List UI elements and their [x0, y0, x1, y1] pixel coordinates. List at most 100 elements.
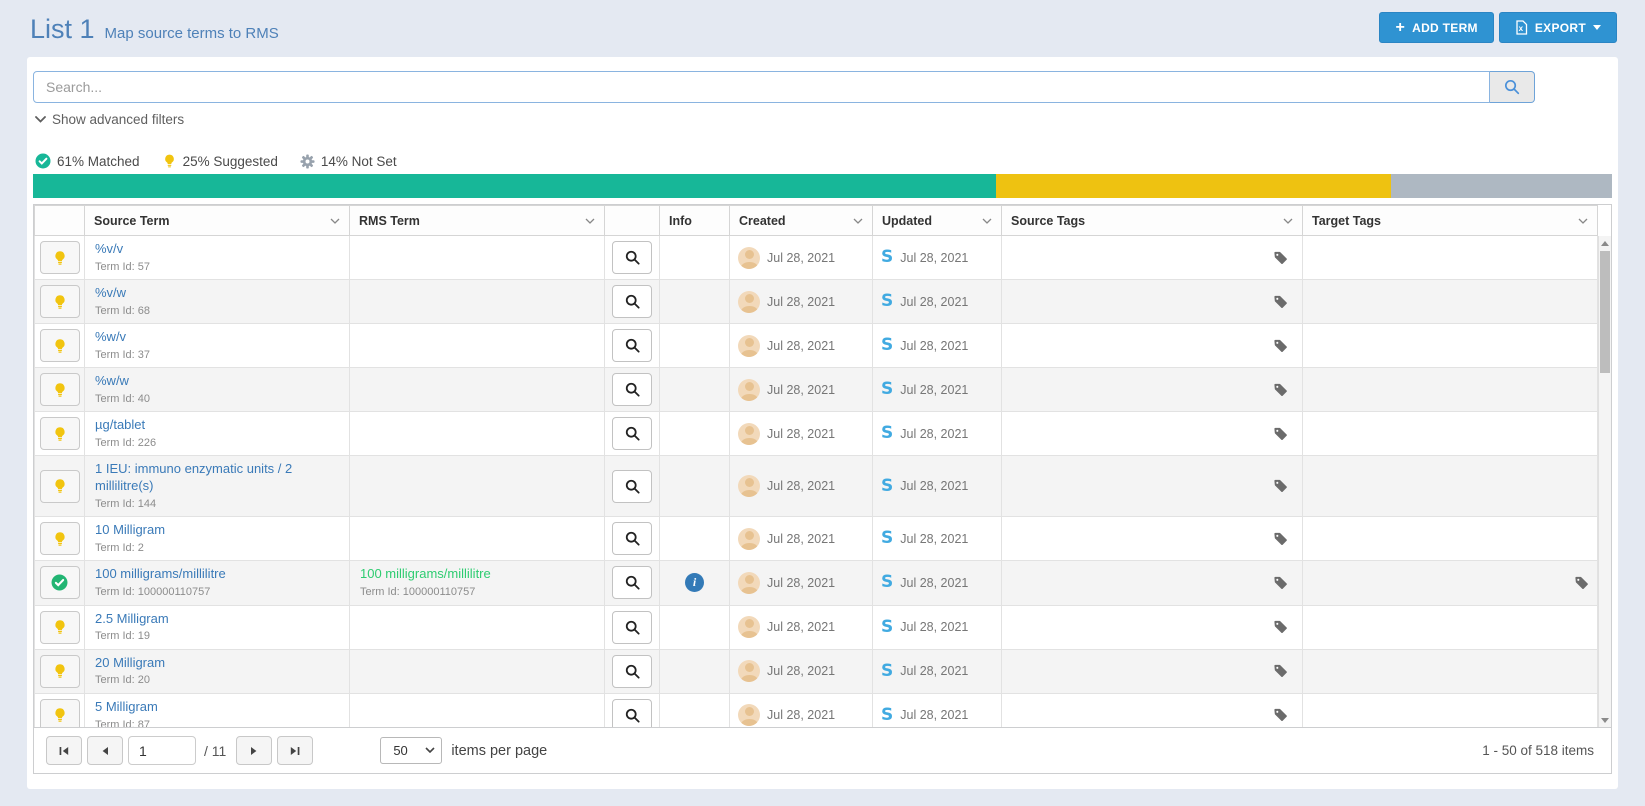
- source-tag-icon[interactable]: [1273, 664, 1288, 679]
- source-term-link[interactable]: 100 milligrams/millilitre: [95, 566, 339, 583]
- lookup-term-button[interactable]: [612, 417, 652, 450]
- scroll-down-button[interactable]: [1599, 713, 1611, 727]
- column-updated[interactable]: Updated: [873, 206, 1002, 236]
- magnifier-icon: [624, 663, 641, 680]
- chevron-down-icon[interactable]: [1283, 218, 1293, 224]
- chevron-down-icon[interactable]: [585, 218, 595, 224]
- lookup-term-button[interactable]: [612, 522, 652, 555]
- sync-icon: S: [881, 293, 893, 310]
- match-status-button[interactable]: [40, 417, 80, 450]
- scroll-up-button[interactable]: [1599, 236, 1611, 250]
- match-status-button[interactable]: [40, 611, 80, 644]
- add-term-button[interactable]: + ADD TERM: [1379, 12, 1493, 43]
- column-created[interactable]: Created: [730, 206, 873, 236]
- chevron-down-icon[interactable]: [982, 218, 992, 224]
- match-status-button[interactable]: [40, 522, 80, 555]
- source-tag-icon[interactable]: [1273, 294, 1288, 309]
- column-target-tags[interactable]: Target Tags: [1303, 206, 1598, 236]
- table-row: µg/tablet Term Id: 226 i Jul 28, 2021: [35, 412, 1598, 456]
- match-status-button[interactable]: [40, 329, 80, 362]
- user-avatar-icon: [738, 616, 760, 638]
- updated-date: Jul 28, 2021: [900, 620, 968, 634]
- source-tag-icon[interactable]: [1273, 708, 1288, 723]
- lookup-term-button[interactable]: [612, 699, 652, 728]
- source-term-id: Term Id: 20: [95, 674, 339, 687]
- source-term-link[interactable]: 1 IEU: immuno enzymatic units / 2 millil…: [95, 461, 339, 495]
- last-page-button[interactable]: [277, 736, 313, 765]
- sync-icon: S: [881, 249, 893, 266]
- source-term-link[interactable]: %v/w: [95, 285, 339, 302]
- page-subtitle: Map source terms to RMS: [105, 25, 279, 42]
- lightbulb-icon: [52, 294, 68, 310]
- lookup-term-button[interactable]: [612, 241, 652, 274]
- source-term-id: Term Id: 57: [95, 261, 339, 274]
- column-source-tags[interactable]: Source Tags: [1002, 206, 1303, 236]
- source-tag-icon[interactable]: [1273, 479, 1288, 494]
- source-tag-icon[interactable]: [1273, 620, 1288, 635]
- triangle-down-icon: [1601, 718, 1609, 723]
- match-status-button[interactable]: [40, 655, 80, 688]
- plus-icon: +: [1395, 20, 1405, 36]
- table-row: 5 Milligram Term Id: 87 i Jul 28, 2021: [35, 693, 1598, 728]
- source-tag-icon[interactable]: [1273, 575, 1288, 590]
- chevron-down-icon[interactable]: [330, 218, 340, 224]
- chevron-down-icon[interactable]: [853, 218, 863, 224]
- top-header: List 1 Map source terms to RMS + ADD TER…: [0, 0, 1645, 57]
- scrollbar-thumb[interactable]: [1600, 251, 1610, 373]
- gear-icon: [300, 154, 315, 169]
- match-status-button[interactable]: [40, 566, 80, 599]
- column-rms-term[interactable]: RMS Term: [350, 206, 605, 236]
- source-term-link[interactable]: %w/v: [95, 329, 339, 346]
- content-card: Show advanced filters 61% Matched 25% Su…: [27, 57, 1618, 789]
- lightbulb-icon: [52, 426, 68, 442]
- next-page-button[interactable]: [236, 736, 272, 765]
- magnifier-icon: [624, 249, 641, 266]
- lookup-term-button[interactable]: [612, 566, 652, 599]
- source-term-link[interactable]: %v/v: [95, 241, 339, 258]
- source-tag-icon[interactable]: [1273, 382, 1288, 397]
- chevron-down-icon[interactable]: [1578, 218, 1588, 224]
- page-title: List 1: [30, 14, 95, 45]
- match-status-button[interactable]: [40, 285, 80, 318]
- lookup-term-button[interactable]: [612, 470, 652, 503]
- target-tag-icon[interactable]: [1574, 575, 1589, 590]
- search-input[interactable]: [33, 71, 1490, 103]
- first-page-button[interactable]: [46, 736, 82, 765]
- source-term-link[interactable]: 10 Milligram: [95, 522, 339, 539]
- page-size-select[interactable]: 50: [380, 737, 442, 764]
- page-number-input[interactable]: [128, 736, 196, 765]
- column-source-term[interactable]: Source Term: [85, 206, 350, 236]
- source-tag-icon[interactable]: [1273, 338, 1288, 353]
- export-label: EXPORT: [1535, 21, 1586, 35]
- source-tag-icon[interactable]: [1273, 426, 1288, 441]
- lookup-term-button[interactable]: [612, 329, 652, 362]
- rms-term-link[interactable]: 100 milligrams/millilitre: [360, 566, 594, 583]
- previous-page-button[interactable]: [87, 736, 123, 765]
- user-avatar-icon: [738, 423, 760, 445]
- lookup-term-button[interactable]: [612, 373, 652, 406]
- show-advanced-filters-toggle[interactable]: Show advanced filters: [35, 112, 184, 127]
- source-tag-icon[interactable]: [1273, 531, 1288, 546]
- lookup-term-button[interactable]: [612, 285, 652, 318]
- vertical-scrollbar[interactable]: [1598, 236, 1611, 727]
- search-button[interactable]: [1490, 71, 1535, 103]
- export-button[interactable]: x EXPORT: [1499, 12, 1617, 43]
- sync-icon: S: [881, 574, 893, 591]
- source-term-link[interactable]: 2.5 Milligram: [95, 611, 339, 628]
- legend-not-set: 14% Not Set: [300, 154, 397, 169]
- magnifier-icon: [624, 425, 641, 442]
- match-status-button[interactable]: [40, 699, 80, 728]
- created-date: Jul 28, 2021: [767, 479, 835, 493]
- source-term-link[interactable]: %w/w: [95, 373, 339, 390]
- source-term-link[interactable]: µg/tablet: [95, 417, 339, 434]
- lookup-term-button[interactable]: [612, 611, 652, 644]
- source-tag-icon[interactable]: [1273, 250, 1288, 265]
- lookup-term-button[interactable]: [612, 655, 652, 688]
- match-status-button[interactable]: [40, 470, 80, 503]
- source-term-link[interactable]: 5 Milligram: [95, 699, 339, 716]
- match-status-button[interactable]: [40, 241, 80, 274]
- source-term-link[interactable]: 20 Milligram: [95, 655, 339, 672]
- magnifier-icon: [624, 707, 641, 724]
- info-icon[interactable]: i: [685, 573, 704, 592]
- match-status-button[interactable]: [40, 373, 80, 406]
